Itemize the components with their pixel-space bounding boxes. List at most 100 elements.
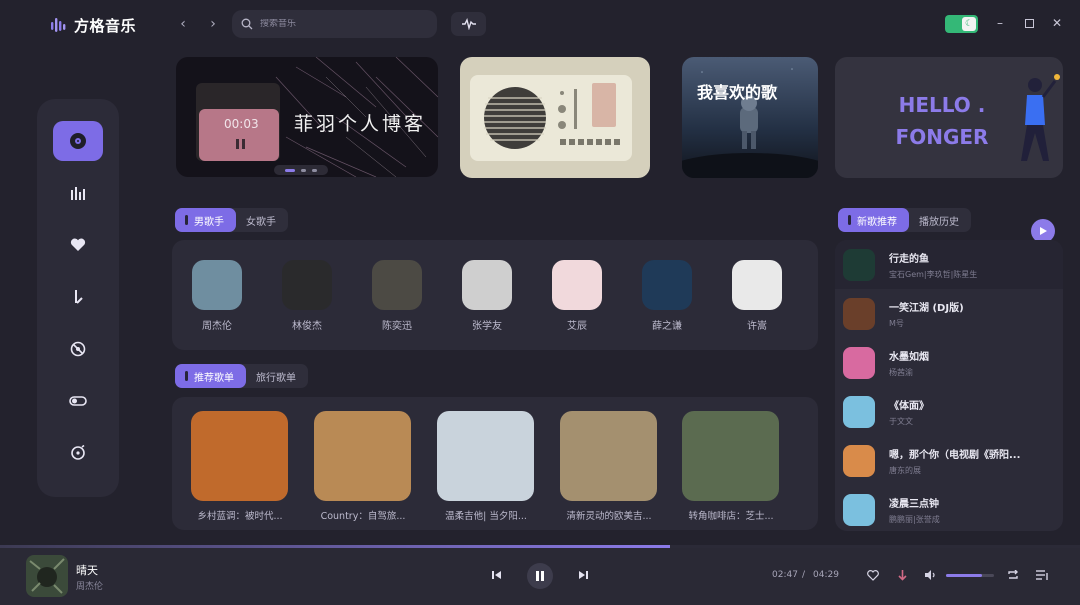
toggle-icon: [69, 396, 87, 406]
now-playing-cover[interactable]: [26, 555, 68, 597]
banner-favorite-songs[interactable]: 我喜欢的歌: [682, 57, 818, 178]
repeat-button[interactable]: [1003, 565, 1023, 585]
singer-item[interactable]: 陈奕迅: [357, 260, 437, 332]
pause-icon: [236, 139, 246, 149]
song-title: 行走的鱼: [889, 253, 929, 265]
listen-recognize-button[interactable]: [451, 12, 486, 36]
singer-panel: 周杰伦 林俊杰 陈奕迅 张学友 艾辰 薛之谦 许嵩: [172, 240, 818, 350]
song-cover: [843, 444, 875, 477]
volume-icon: [925, 570, 935, 580]
song-cover: [843, 493, 875, 526]
close-button[interactable]: ✕: [1047, 13, 1067, 33]
playlist-card[interactable]: Country：自驾旅...: [314, 411, 412, 522]
search-input[interactable]: [260, 19, 420, 29]
bar-chart-icon: [71, 187, 85, 200]
singer-name: 艾辰: [567, 321, 587, 332]
sidebar-item-settings-toggle[interactable]: [53, 381, 103, 421]
playlist-title: Country：自驾旅...: [320, 511, 406, 522]
banner-radio[interactable]: [460, 57, 650, 178]
singer-item[interactable]: 张学友: [447, 260, 527, 332]
playlist-card[interactable]: 乡村蓝调：被时代...: [191, 411, 289, 522]
sidebar-item-charts[interactable]: [53, 173, 103, 213]
avatar: [552, 260, 602, 310]
sidebar-item-podcast[interactable]: [53, 433, 103, 473]
person-illustration: [1021, 74, 1060, 161]
song-list: 行走的鱼 宝石Gem|李玖哲|陈星生 一笑江湖 (DJ版) M号 水墨如烟 杨茜…: [835, 240, 1063, 531]
song-cover: [843, 248, 875, 281]
music-note-icon: [75, 290, 83, 304]
podcast-icon: [71, 445, 85, 460]
previous-button[interactable]: [487, 565, 507, 585]
close-icon: ✕: [1051, 16, 1063, 30]
download-icon: [897, 569, 907, 581]
sidebar-item-discover[interactable]: [53, 121, 103, 161]
singer-name: 张学友: [472, 321, 502, 332]
waveform-logo-icon: [51, 18, 66, 32]
song-artist: 杨茜渝: [889, 367, 913, 377]
song-row[interactable]: 一笑江湖 (DJ版) M号: [835, 289, 1063, 338]
song-row[interactable]: 行走的鱼 宝石Gem|李玖哲|陈星生: [835, 240, 1063, 289]
heart-outline-icon: [867, 569, 879, 581]
tab-play-history[interactable]: 播放历史: [909, 208, 971, 232]
song-row[interactable]: 水墨如烟 杨茜渝: [835, 338, 1063, 387]
song-row[interactable]: 嗯，那个你（电视剧《骄阳... 唐东的展: [835, 436, 1063, 485]
song-row[interactable]: 凌晨三点钟 鹏鹏丽|张誉成: [835, 485, 1063, 531]
disc-icon: [70, 133, 86, 149]
tab-female-singers[interactable]: 女歌手: [236, 208, 288, 232]
singer-name: 许嵩: [747, 321, 767, 332]
song-tabs: 新歌推荐 播放历史: [838, 208, 971, 232]
repeat-icon: [1008, 570, 1018, 579]
playlist-tabs: 推荐歌单 旅行歌单: [175, 364, 308, 388]
forward-button[interactable]: ›: [203, 14, 223, 34]
time-separator: /: [802, 570, 806, 580]
song-title: 凌晨三点钟: [889, 498, 939, 510]
song-title: 一笑江湖 (DJ版): [889, 302, 964, 314]
sidebar-item-vinyl[interactable]: [53, 329, 103, 369]
tab-recommended-playlists[interactable]: 推荐歌单: [175, 364, 246, 388]
playlist-title: 清新灵动的欧美吉...: [566, 511, 652, 522]
back-button[interactable]: ‹: [173, 14, 193, 34]
playlist-title: 乡村蓝调：被时代...: [197, 511, 283, 522]
playlist-cover: [437, 411, 534, 501]
sidebar-item-music-note[interactable]: [53, 277, 103, 317]
minimize-button[interactable]: –: [990, 13, 1010, 33]
now-playing-title: 晴天: [76, 564, 98, 577]
play-pause-button[interactable]: [527, 563, 553, 589]
song-title: 嗯，那个你（电视剧《骄阳...: [889, 449, 1021, 461]
like-button[interactable]: [863, 565, 883, 585]
banner-title: 菲羽个人博客: [294, 113, 427, 135]
tab-new-songs[interactable]: 新歌推荐: [838, 208, 909, 232]
banner-blog[interactable]: 00:03 菲羽个人博客: [176, 57, 438, 177]
next-button[interactable]: [573, 565, 593, 585]
singer-item[interactable]: 薛之谦: [627, 260, 707, 332]
song-title: 《体面》: [889, 400, 929, 412]
volume-button[interactable]: [921, 565, 941, 585]
playlist-cover: [314, 411, 411, 501]
download-button[interactable]: [892, 565, 912, 585]
singer-item[interactable]: 艾辰: [537, 260, 617, 332]
current-time: 02:47: [772, 570, 798, 580]
singer-item[interactable]: 周杰伦: [177, 260, 257, 332]
theme-toggle[interactable]: ☾: [945, 15, 978, 33]
tab-travel-playlists[interactable]: 旅行歌单: [246, 364, 308, 388]
carousel-dot[interactable]: [285, 168, 295, 172]
song-artist: 鹏鹏丽|张誉成: [889, 514, 940, 524]
now-playing-artist: 周杰伦: [76, 582, 104, 592]
tab-male-singers[interactable]: 男歌手: [175, 208, 236, 232]
carousel-dot[interactable]: [312, 168, 317, 172]
playlist-queue-button[interactable]: [1032, 565, 1052, 585]
singer-item[interactable]: 许嵩: [717, 260, 797, 332]
sidebar-item-favorites[interactable]: [53, 225, 103, 265]
song-artist: 唐东的展: [889, 465, 921, 475]
song-row[interactable]: 《体面》 于文文: [835, 387, 1063, 436]
playlist-card[interactable]: 转角咖啡店：芝士...: [682, 411, 780, 522]
playlist-card[interactable]: 清新灵动的欧美吉...: [560, 411, 658, 522]
playlist-cover: [560, 411, 657, 501]
playlist-title: 温柔吉他| 当夕阳...: [445, 511, 527, 522]
carousel-dot[interactable]: [301, 168, 306, 172]
singer-item[interactable]: 林俊杰: [267, 260, 347, 332]
banner-hello[interactable]: HELLO . FONGER: [835, 57, 1063, 178]
maximize-button[interactable]: [1019, 13, 1039, 33]
playlist-card[interactable]: 温柔吉他| 当夕阳...: [437, 411, 535, 522]
heart-icon: [70, 238, 86, 251]
